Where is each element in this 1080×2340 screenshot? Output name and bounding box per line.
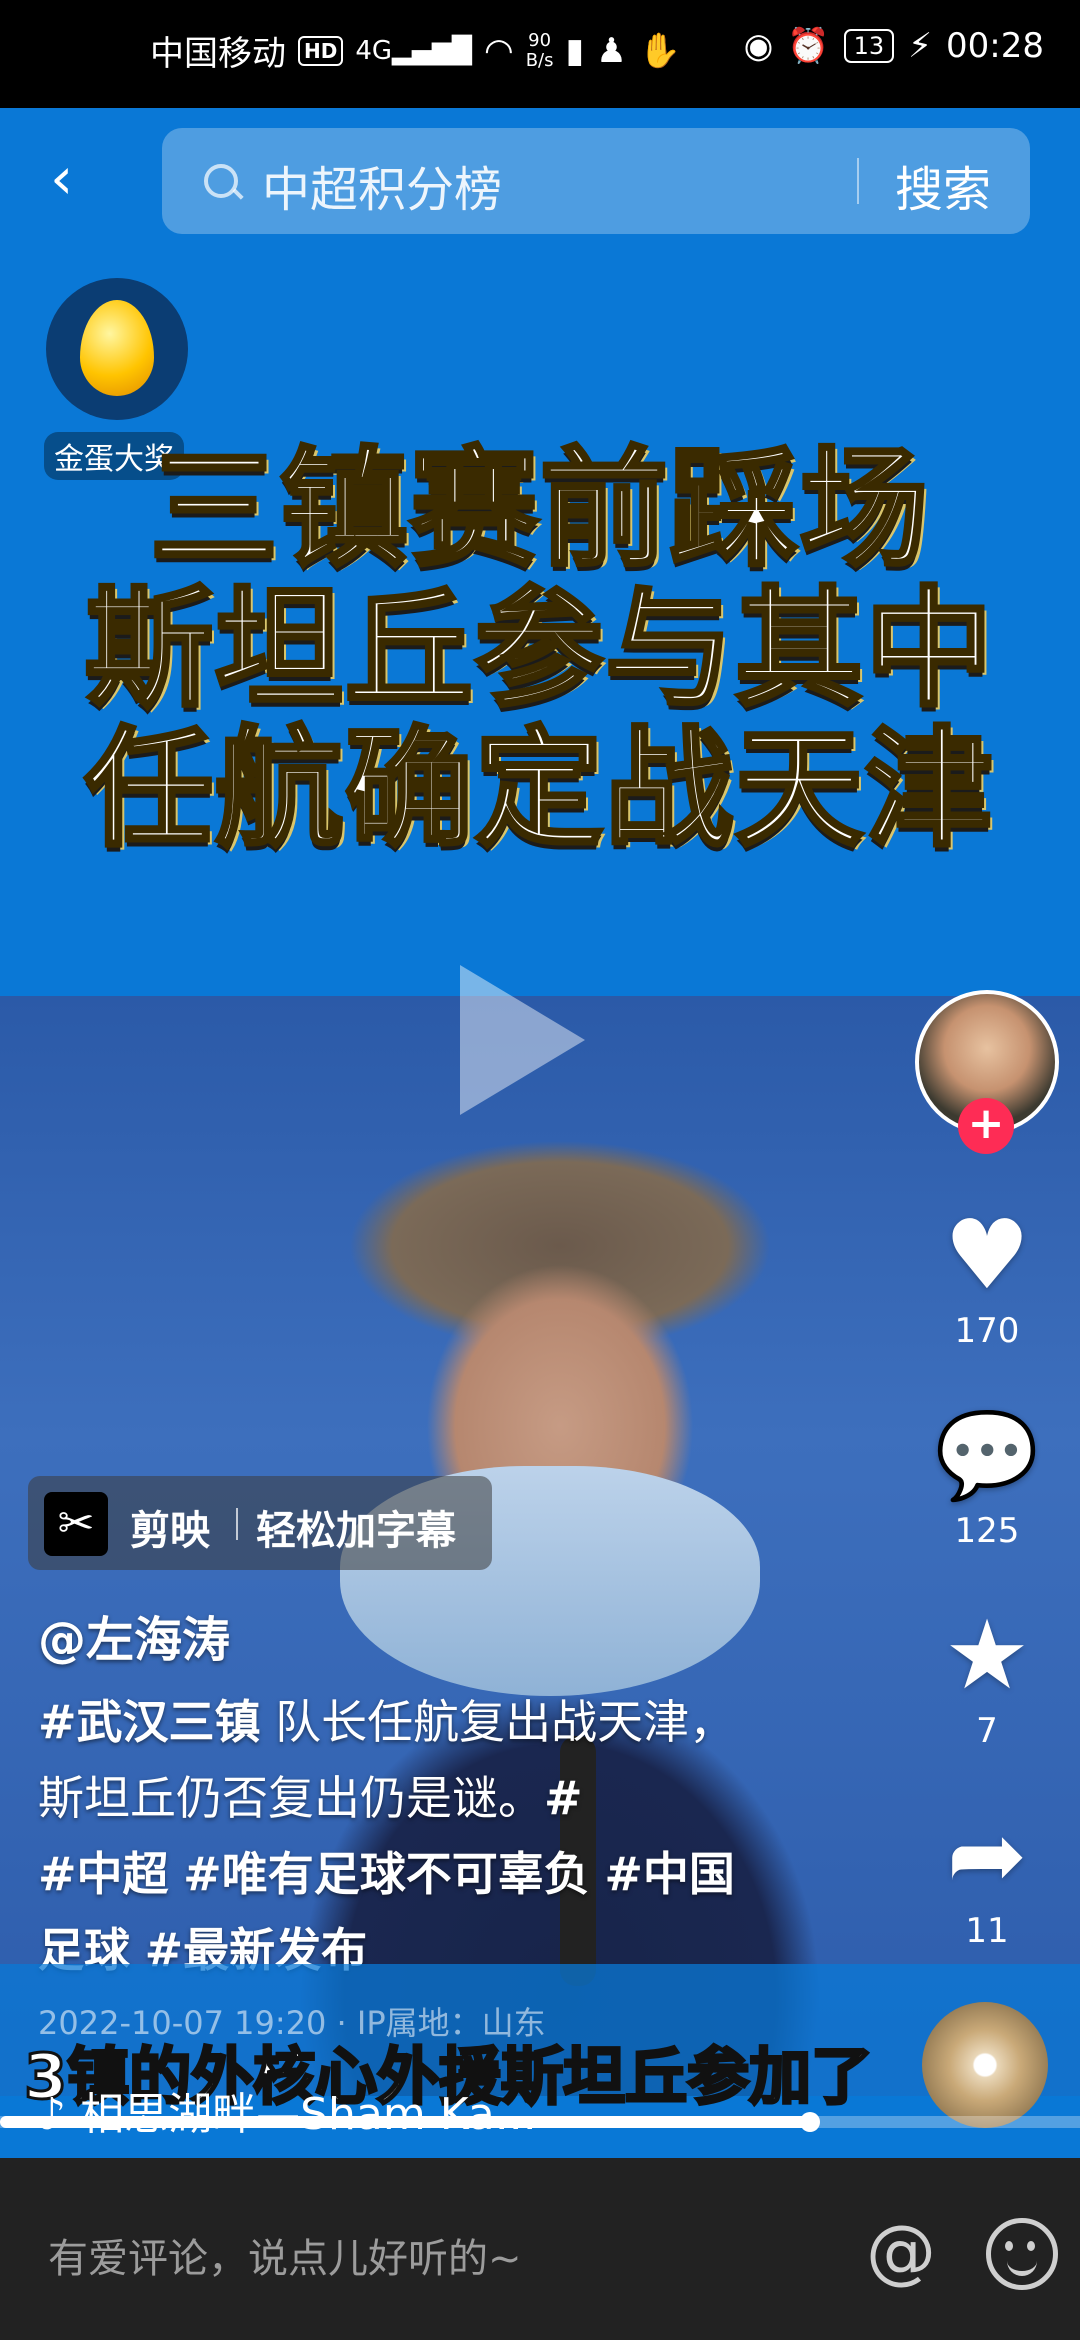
capcut-logo-icon: ✂ (44, 1492, 108, 1556)
follow-button[interactable]: + (958, 1098, 1014, 1154)
hd-icon: HD (298, 35, 344, 66)
hand-icon: ✋ (638, 30, 682, 71)
video-progress-bar[interactable] (0, 2112, 1080, 2132)
author-name[interactable]: @左海涛 (38, 1600, 230, 1670)
video-title-overlay: 三镇赛前踩场 斯坦丘参与其中 任航确定战天津 (0, 435, 1080, 864)
favorite-button[interactable]: ★ 7 (924, 1605, 1050, 1751)
share-button[interactable]: ➦ 11 (924, 1805, 1050, 1951)
share-icon: ➦ (946, 1799, 1028, 1911)
net-speed-value: 90 (528, 29, 552, 51)
alarm-icon: ⏰ (787, 26, 830, 66)
hashtag-csl[interactable]: #中超 (38, 1847, 169, 1901)
progress-knob[interactable] (800, 2112, 820, 2132)
capcut-text: 轻松加字幕 (256, 1508, 456, 1554)
comment-button[interactable]: 💬 125 (924, 1405, 1050, 1551)
share-count: 11 (965, 1911, 1009, 1951)
title-line-1: 三镇赛前踩场 (148, 435, 930, 584)
hashtag-wuhan[interactable]: #武汉三镇 (38, 1695, 261, 1749)
hashtag-football[interactable]: #唯有足球不可辜负 (183, 1847, 590, 1901)
search-bar: ‹ 中超积分榜 搜索 (0, 108, 1080, 248)
search-icon (204, 164, 238, 198)
like-count: 170 (954, 1311, 1020, 1351)
search-input[interactable]: 中超积分榜 (262, 150, 502, 220)
alert-icon: ▮ (565, 30, 585, 71)
title-line-3: 任航确定战天津 (83, 715, 995, 864)
signal-icon: 4G▂▄▆█ (355, 35, 473, 66)
play-icon[interactable] (460, 965, 585, 1115)
heart-icon: ♥ (943, 1199, 1031, 1311)
golden-egg-button[interactable] (46, 278, 188, 420)
comment-input[interactable]: 有爱评论，说点儿好听的~ (48, 2226, 522, 2284)
carrier-label: 中国移动 (150, 34, 286, 74)
charging-icon: ⚡ (908, 26, 933, 66)
music-note-icon: ♪ (38, 2089, 67, 2140)
net-speed-unit: B/s (525, 49, 554, 71)
title-line-2: 斯坦丘参与其中 (83, 575, 995, 724)
favorite-count: 7 (976, 1711, 998, 1751)
search-box[interactable]: 中超积分榜 搜索 (162, 128, 1030, 234)
battery-icon: 13 (843, 29, 895, 63)
music-title: 相思湖畔—Sham Ka... (80, 2089, 537, 2140)
capcut-name: 剪映 (130, 1508, 210, 1554)
status-bar: 中国移动 HD 4G▂▄▆█ ◠ 90 B/s ▮ ♟ ✋ ◉ ⏰ 13 ⚡ 0… (0, 0, 1080, 108)
capcut-banner[interactable]: ✂ 剪映 轻松加字幕 (28, 1476, 492, 1570)
back-button[interactable]: ‹ (50, 148, 110, 208)
search-divider (857, 158, 859, 204)
clock: 00:28 (946, 26, 1044, 66)
music-info[interactable]: ♪ 相思湖畔—Sham Ka... (38, 2078, 537, 2142)
eye-icon: ◉ (743, 26, 774, 66)
at-mention-icon[interactable]: @ (866, 2210, 936, 2292)
comment-count: 125 (954, 1511, 1020, 1551)
egg-icon (80, 300, 154, 396)
comment-bar: 有爱评论，说点儿好听的~ @ (0, 2158, 1080, 2340)
like-button[interactable]: ♥ 170 (924, 1205, 1050, 1351)
progress-fill (0, 2116, 810, 2128)
emoji-icon[interactable] (986, 2218, 1058, 2290)
comment-icon: 💬 (934, 1406, 1040, 1504)
net-speed: 90 B/s (525, 29, 554, 71)
qq-icon: ♟ (596, 30, 627, 71)
capcut-divider (236, 1508, 238, 1540)
music-disc-icon[interactable] (922, 2002, 1048, 2128)
post-description: #武汉三镇 队长任航复出战天津，斯坦丘仍否复出仍是谜。# #中超 #唯有足球不可… (38, 1695, 736, 1977)
network-type: 4G (355, 35, 393, 66)
search-button[interactable]: 搜索 (895, 150, 991, 220)
star-icon: ★ (943, 1599, 1031, 1711)
wifi-icon: ◠ (484, 30, 514, 71)
